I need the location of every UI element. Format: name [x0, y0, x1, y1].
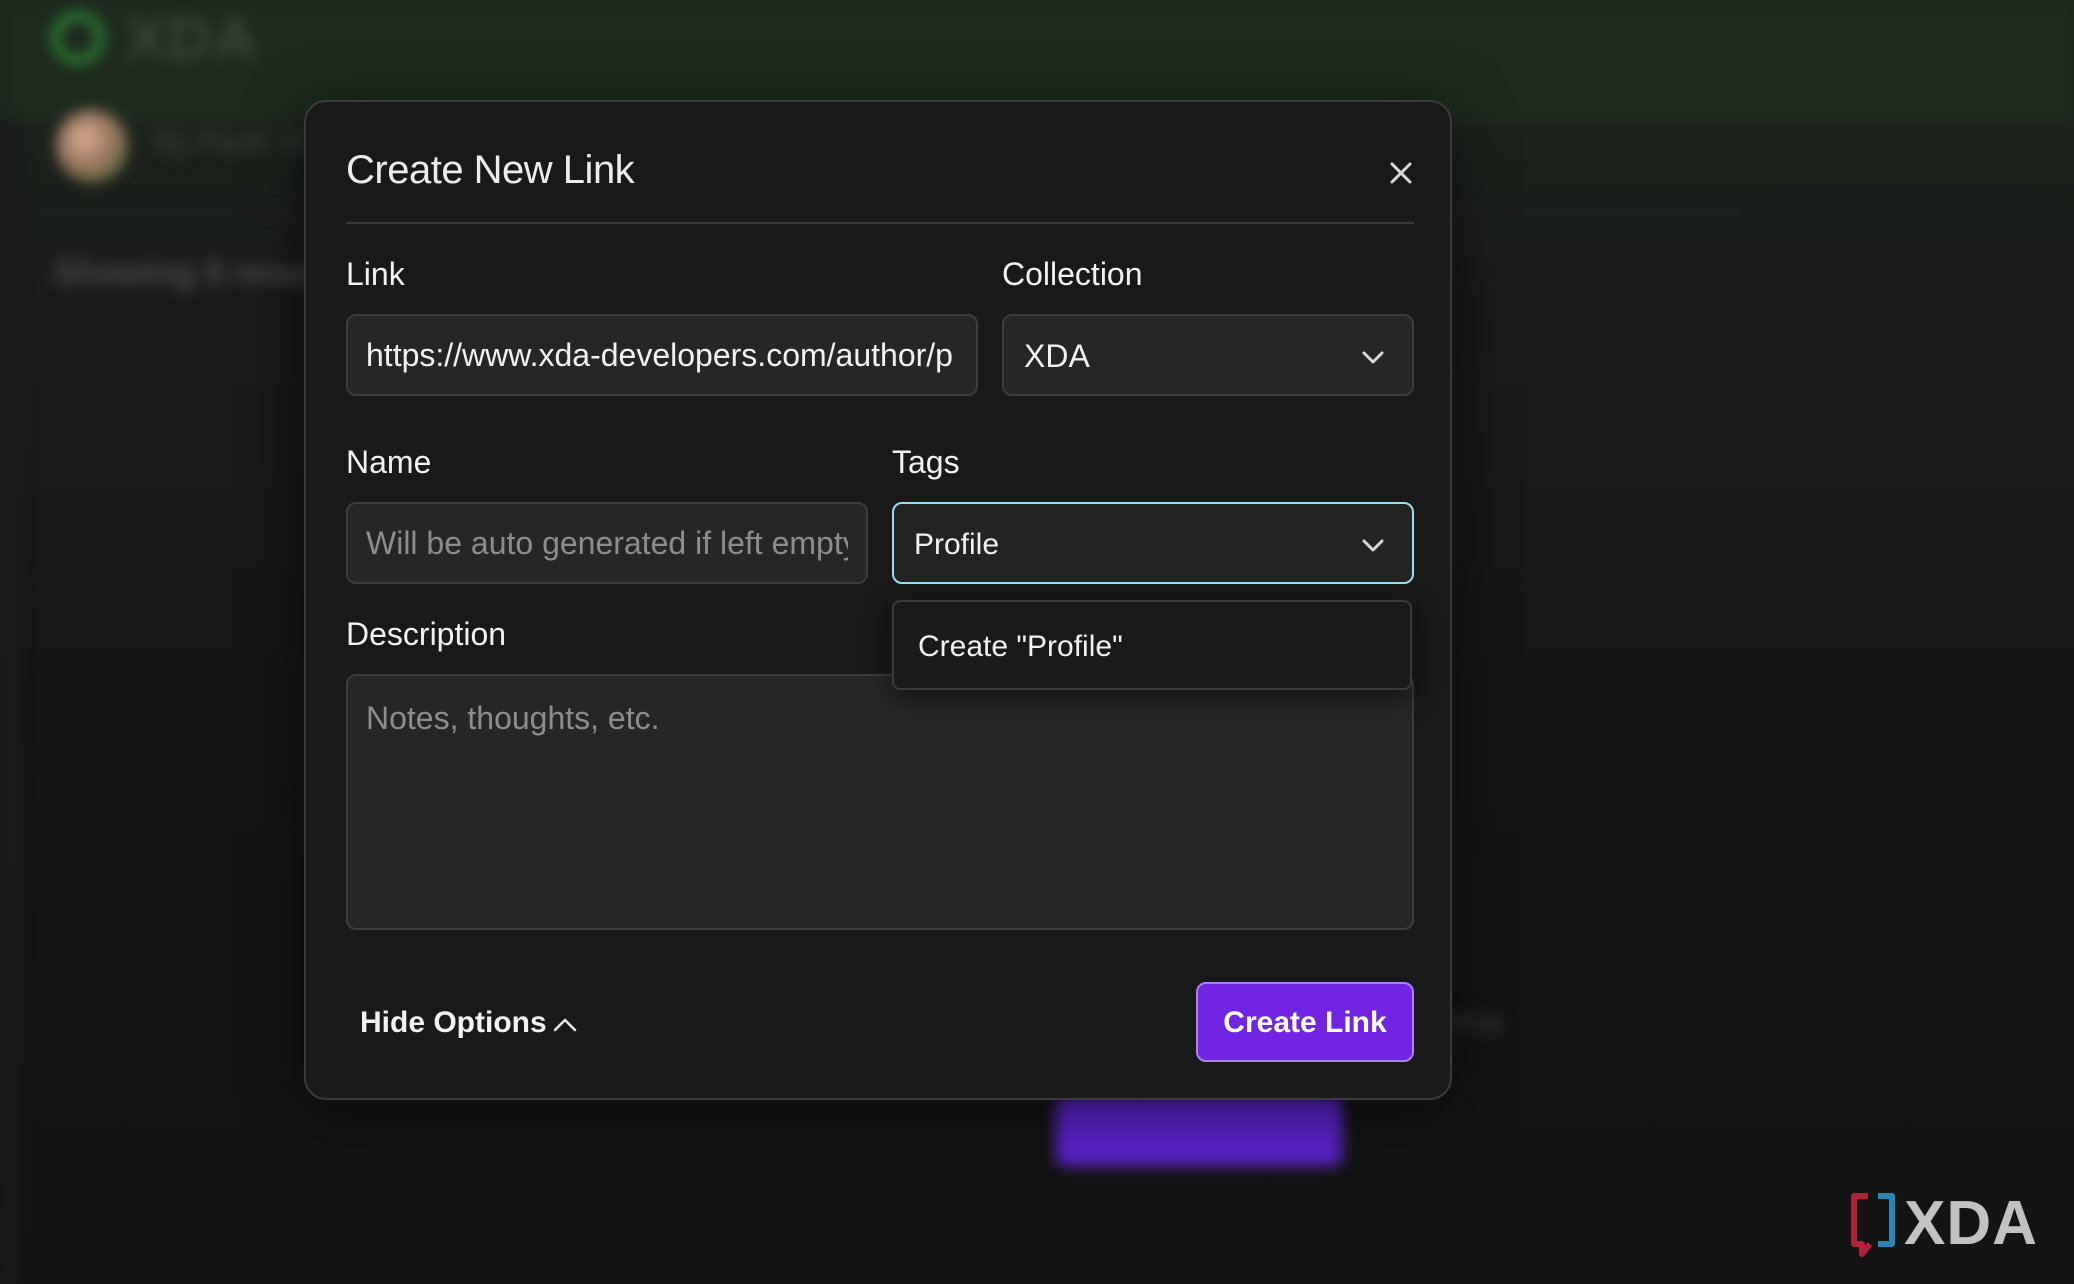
- background-logo-text: XDA: [126, 5, 259, 72]
- create-link-button[interactable]: Create Link: [1196, 982, 1414, 1062]
- collection-selected-value: XDA: [1024, 338, 1090, 374]
- background-logo-icon: [52, 12, 104, 64]
- create-link-dialog: Create New Link Link Collection XDA Name…: [304, 100, 1452, 1100]
- name-label: Name: [346, 444, 432, 480]
- xda-bracket-icon: [1851, 1193, 1895, 1257]
- description-label: Description: [346, 616, 507, 652]
- header-divider: [346, 222, 1414, 224]
- link-input[interactable]: [346, 314, 978, 396]
- background-create-new-link-button: [1056, 1096, 1342, 1166]
- collection-select[interactable]: XDA: [1002, 314, 1414, 396]
- collection-label: Collection: [1002, 256, 1143, 292]
- hide-options-label: Hide Options: [360, 1006, 547, 1039]
- close-icon: [1390, 162, 1412, 184]
- chevron-down-icon: [1362, 539, 1384, 552]
- watermark-text: XDA: [1904, 1189, 2038, 1258]
- create-tag-option-label: Create "Profile": [918, 630, 1123, 663]
- background-side-text: Max: [1448, 1006, 1505, 1039]
- tags-input-value: Profile: [914, 528, 1000, 561]
- background-results-count: Showing 0 results: [54, 254, 345, 292]
- tags-dropdown-menu: Create "Profile": [892, 600, 1412, 690]
- link-label: Link: [346, 256, 405, 292]
- avatar: [56, 110, 128, 182]
- background-left-rail: [0, 118, 18, 1284]
- tags-label: Tags: [892, 444, 960, 480]
- description-textarea[interactable]: [346, 674, 1414, 930]
- tags-select[interactable]: Profile: [892, 502, 1414, 584]
- chevron-up-icon: [553, 1018, 577, 1032]
- chevron-down-icon: [1362, 351, 1384, 364]
- close-button[interactable]: [1376, 148, 1426, 198]
- dialog-title: Create New Link: [346, 148, 635, 192]
- create-tag-option[interactable]: Create "Profile": [894, 602, 1410, 688]
- background-byline: By Parth Sh: [156, 126, 317, 159]
- name-input[interactable]: [346, 502, 868, 584]
- xda-watermark: XDA: [1848, 1188, 2048, 1258]
